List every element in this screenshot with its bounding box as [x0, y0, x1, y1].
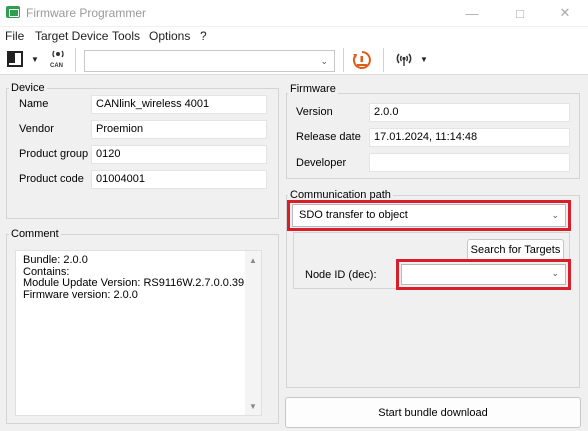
device-product-group-label: Product group [19, 148, 89, 160]
firmware-developer-label: Developer [296, 157, 347, 169]
chevron-down-icon: ⌄ [551, 268, 559, 278]
node-id-label: Node ID (dec): [305, 269, 377, 281]
device-group-title: Device [9, 82, 47, 94]
scroll-down-icon[interactable]: ▼ [249, 402, 257, 411]
menu-options[interactable]: Options [149, 29, 190, 43]
comment-textarea[interactable]: Bundle: 2.0.0 Contains: Module Update Ve… [15, 250, 262, 416]
app-icon [6, 6, 20, 18]
toolbar: ▼ CAN ⌄ ▼ [0, 45, 588, 75]
menu-file[interactable]: File [5, 29, 24, 43]
can-label: CAN [50, 63, 63, 69]
wireless-icon[interactable] [395, 51, 413, 69]
firmware-group-title: Firmware [288, 83, 338, 95]
can-icon[interactable] [51, 48, 65, 62]
chevron-down-icon[interactable]: ▼ [31, 55, 39, 64]
search-for-targets-button[interactable]: Search for Targets [467, 239, 564, 261]
toolbar-separator [343, 48, 344, 72]
window-title: Firmware Programmer [26, 6, 147, 20]
menu-target-device[interactable]: Target Device [35, 29, 108, 43]
device-product-code-field[interactable]: 01004001 [91, 170, 267, 189]
firmware-version-field[interactable]: 2.0.0 [369, 103, 570, 122]
firmware-version-label: Version [296, 106, 333, 118]
chevron-down-icon: ⌄ [320, 56, 328, 66]
minimize-icon[interactable]: — [449, 0, 495, 26]
device-vendor-label: Vendor [19, 123, 54, 135]
title-bar: Firmware Programmer — □ ✕ [0, 0, 588, 26]
path-dropdown[interactable]: SDO transfer to object ⌄ [292, 204, 566, 227]
start-bundle-download-button[interactable]: Start bundle download [285, 397, 581, 428]
toolbar-separator [383, 48, 384, 72]
device-vendor-field[interactable]: Proemion [91, 120, 267, 139]
firmware-developer-field[interactable] [369, 153, 570, 172]
chevron-down-icon[interactable]: ▼ [420, 55, 428, 64]
toolbar-separator [75, 48, 76, 72]
device-product-group-field[interactable]: 0120 [91, 145, 267, 164]
comment-group-title: Comment [9, 228, 61, 240]
device-product-code-label: Product code [19, 173, 84, 185]
path-dropdown-value: SDO transfer to object [299, 209, 408, 221]
firmware-release-date-label: Release date [296, 131, 361, 143]
stop-icon[interactable] [352, 50, 372, 70]
device-name-field[interactable]: CANlink_wireless 4001 [91, 95, 267, 114]
window-icon-fill [9, 53, 15, 63]
menu-tools[interactable]: Tools [112, 29, 140, 43]
comment-scrollbar[interactable]: ▲ ▼ [245, 251, 261, 415]
menu-help[interactable]: ? [200, 29, 207, 43]
firmware-release-date-field[interactable]: 17.01.2024, 11:14:48 [369, 128, 570, 147]
device-combo[interactable]: ⌄ [84, 50, 335, 72]
maximize-icon[interactable]: □ [497, 0, 543, 26]
comment-text: Bundle: 2.0.0 Contains: Module Update Ve… [23, 254, 245, 301]
scroll-up-icon[interactable]: ▲ [249, 256, 257, 265]
node-id-dropdown[interactable]: ⌄ [401, 264, 566, 285]
close-icon[interactable]: ✕ [542, 0, 588, 26]
chevron-down-icon: ⌄ [551, 210, 559, 220]
device-name-label: Name [19, 98, 49, 110]
menu-bar: File Target Device Tools Options ? [0, 27, 588, 45]
